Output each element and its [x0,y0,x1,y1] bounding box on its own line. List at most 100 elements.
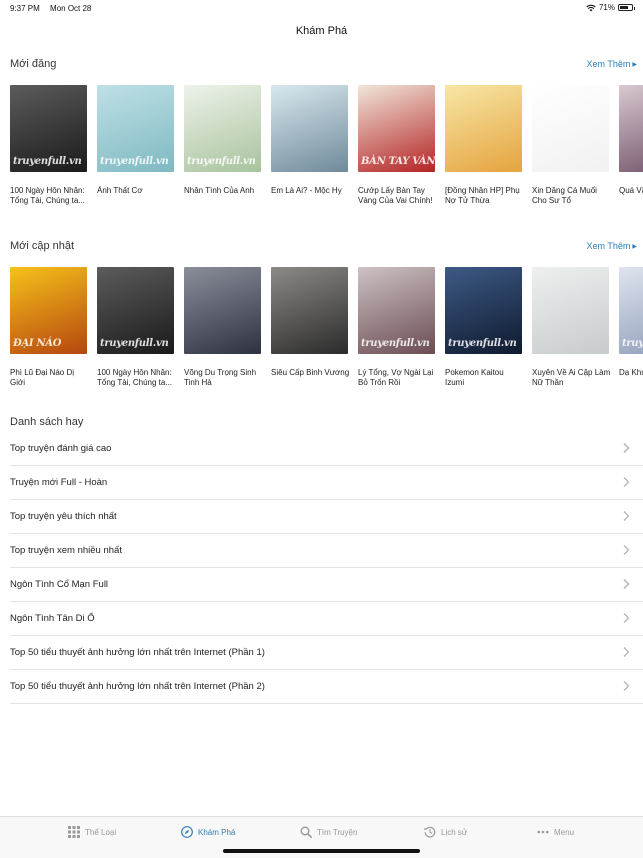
book-card[interactable]: Võng Du Trọng Sinh Tinh Hà [184,267,264,388]
chevron-right-icon [623,443,630,453]
book-title: [Đồng Nhân HP] Phụ Nợ Tử Thừa [445,186,520,205]
book-card[interactable]: Xuyên Về Ai Cập Làm Nữ Thần [532,267,612,388]
tab-tim-truyen[interactable]: Tìm Truyện [300,826,357,838]
list-item[interactable]: Truyện mới Full - Hoàn [10,466,643,500]
list-item-label: Ngôn Tình Tân Di Ổ [10,613,95,624]
tab-bar: Thể Loại Khám Phá Tìm Truyện Lịch sử Men… [0,816,643,858]
book-card[interactable]: truyenfull.vn Pokemon Kaitou Izumi [445,267,525,388]
book-title: Xin Dâng Cá Muối Cho Sư Tổ [532,186,597,205]
new-posts-title: Mới đăng [10,58,57,70]
list-item-label: Top truyện xem nhiều nhất [10,545,122,556]
chevron-right-icon [623,511,630,521]
tab-label: Tìm Truyện [317,827,358,837]
battery-level [620,6,628,9]
list-item-label: Top 50 tiểu thuyết ảnh hưởng lớn nhất tr… [10,647,265,658]
list-item[interactable]: Top truyện xem nhiều nhất [10,534,643,568]
home-indicator[interactable] [223,849,420,853]
book-card[interactable]: Quá Vãng Cho Tô... [619,85,643,206]
book-card[interactable]: truyenfull.vn 100 Ngày Hôn Nhân: Tổng Tài… [10,85,90,206]
see-more-label: Xem Thêm [586,241,631,251]
book-card[interactable]: Em Là Ai? - Mộc Hy [271,85,351,206]
book-title: Em Là Ai? - Mộc Hy [271,186,342,195]
status-date: Mon Oct 28 [50,4,92,13]
book-card[interactable]: truyenfull.vn Nhân Tình Của Anh [184,85,264,206]
good-lists: Top truyện đánh giá cao Truyện mới Full -… [10,432,643,704]
book-cover: BÀN TAY VÀNG [358,85,435,172]
book-card[interactable]: BÀN TAY VÀNG Cướp Lấy Bàn Tay Vàng Của Va… [358,85,438,206]
grid-icon [68,826,80,838]
status-bar: 9:37 PM Mon Oct 28 71% [0,0,643,16]
status-time: 9:37 PM [10,4,40,13]
tab-label: Thể Loại [85,827,117,837]
tab-the-loai[interactable]: Thể Loại [68,826,116,838]
chevron-right-icon [623,613,630,623]
new-posts-header: Mới đăng Xem Thêm ▶ [10,58,643,74]
chevron-right-icon [623,647,630,657]
list-item-label: Ngôn Tình Cổ Mạn Full [10,579,109,590]
book-title: 100 Ngày Hôn Nhân: Tổng Tài, Chúng ta... [10,186,86,205]
tab-lich-su[interactable]: Lịch sử [424,826,467,838]
list-item[interactable]: Top truyện yêu thích nhất [10,500,643,534]
new-posts-see-more-link[interactable]: Xem Thêm ▶ [587,59,637,69]
book-cover [619,85,643,172]
status-right: 71% [586,3,635,12]
book-cover: truyenfull.vn [10,85,87,172]
tab-menu[interactable]: Menu [537,826,574,838]
book-card[interactable]: Siêu Cấp Binh Vương [271,267,351,388]
book-cover: truyenfull.vn [184,85,261,172]
cover-watermark: truyenfull.vn [622,338,643,349]
history-icon [424,826,436,838]
list-item-label: Truyện mới Full - Hoàn [10,477,108,488]
book-cover [271,85,348,172]
book-card[interactable]: ĐẠI NÁO Phì Lũ Đại Náo Dị Giới [10,267,90,388]
battery-percent: 71% [598,3,615,12]
list-item-label: Top truyện đánh giá cao [10,443,112,454]
list-item[interactable]: Top 50 tiểu thuyết ảnh hưởng lớn nhất tr… [10,636,643,670]
book-cover [532,267,609,354]
tab-kham-pha[interactable]: Khám Phá [181,826,235,838]
book-cover: truyenfull.vn [97,267,174,354]
status-left: 9:37 PM Mon Oct 28 [10,4,99,13]
cover-watermark: truyenfull.vn [448,338,517,349]
book-title: Pokemon Kaitou Izumi [445,368,504,387]
book-cover [184,267,261,354]
chevron-right-icon [623,579,630,589]
book-cover: truyenfull.vn [619,267,643,354]
list-item-label: Top truyện yêu thích nhất [10,511,117,522]
tab-label: Khám Phá [198,827,236,837]
good-lists-title: Danh sách hay [10,416,84,428]
book-card[interactable]: Xin Dâng Cá Muối Cho Sư Tổ [532,85,612,206]
book-card[interactable]: truyenfull.vn 100 Ngày Hôn Nhân: Tổng Tài… [97,267,177,388]
wifi-icon [586,4,596,11]
book-title: Cướp Lấy Bàn Tay Vàng Của Vai Chính! [358,186,433,205]
cover-watermark: truyenfull.vn [187,156,256,167]
more-icon [537,830,549,834]
book-title: Lý Tổng, Vợ Ngài Lại Bỏ Trốn Rồi [358,368,434,387]
new-posts-carousel[interactable]: truyenfull.vn 100 Ngày Hôn Nhân: Tổng Tài… [10,85,643,210]
compass-icon [181,826,193,838]
cover-watermark: BÀN TAY VÀNG [361,156,435,167]
book-card[interactable]: truyenfull.vn Dạ Khúc Từ Vong... [619,267,643,388]
book-cover [271,267,348,354]
chevron-right-icon [623,545,630,555]
cover-watermark: truyenfull.vn [100,156,169,167]
list-item[interactable]: Ngôn Tình Tân Di Ổ [10,602,643,636]
book-title: Ảnh Thất Cơ [97,186,143,195]
cover-watermark: truyenfull.vn [361,338,430,349]
list-item[interactable]: Ngôn Tình Cổ Mạn Full [10,568,643,602]
list-item[interactable]: Top truyện đánh giá cao [10,432,643,466]
recent-updates-see-more-link[interactable]: Xem Thêm ▶ [587,241,637,251]
recent-updates-header: Mới cập nhật Xem Thêm ▶ [10,240,643,256]
list-item[interactable]: Top 50 tiểu thuyết ảnh hưởng lớn nhất tr… [10,670,643,704]
book-cover [532,85,609,172]
recent-updates-title: Mới cập nhật [10,240,75,252]
triangle-right-icon: ▶ [632,244,637,250]
chevron-right-icon [623,477,630,487]
book-card[interactable]: [Đồng Nhân HP] Phụ Nợ Tử Thừa [445,85,525,206]
recent-updates-carousel[interactable]: ĐẠI NÁO Phì Lũ Đại Náo Dị Giới truyenfull.… [10,267,643,392]
book-title: Xuyên Về Ai Cập Làm Nữ Thần [532,368,611,387]
book-card[interactable]: truyenfull.vn Lý Tổng, Vợ Ngài Lại Bỏ Trố… [358,267,438,388]
book-cover: ĐẠI NÁO [10,267,87,354]
book-card[interactable]: truyenfull.vn Ảnh Thất Cơ [97,85,177,206]
chevron-right-icon [623,681,630,691]
